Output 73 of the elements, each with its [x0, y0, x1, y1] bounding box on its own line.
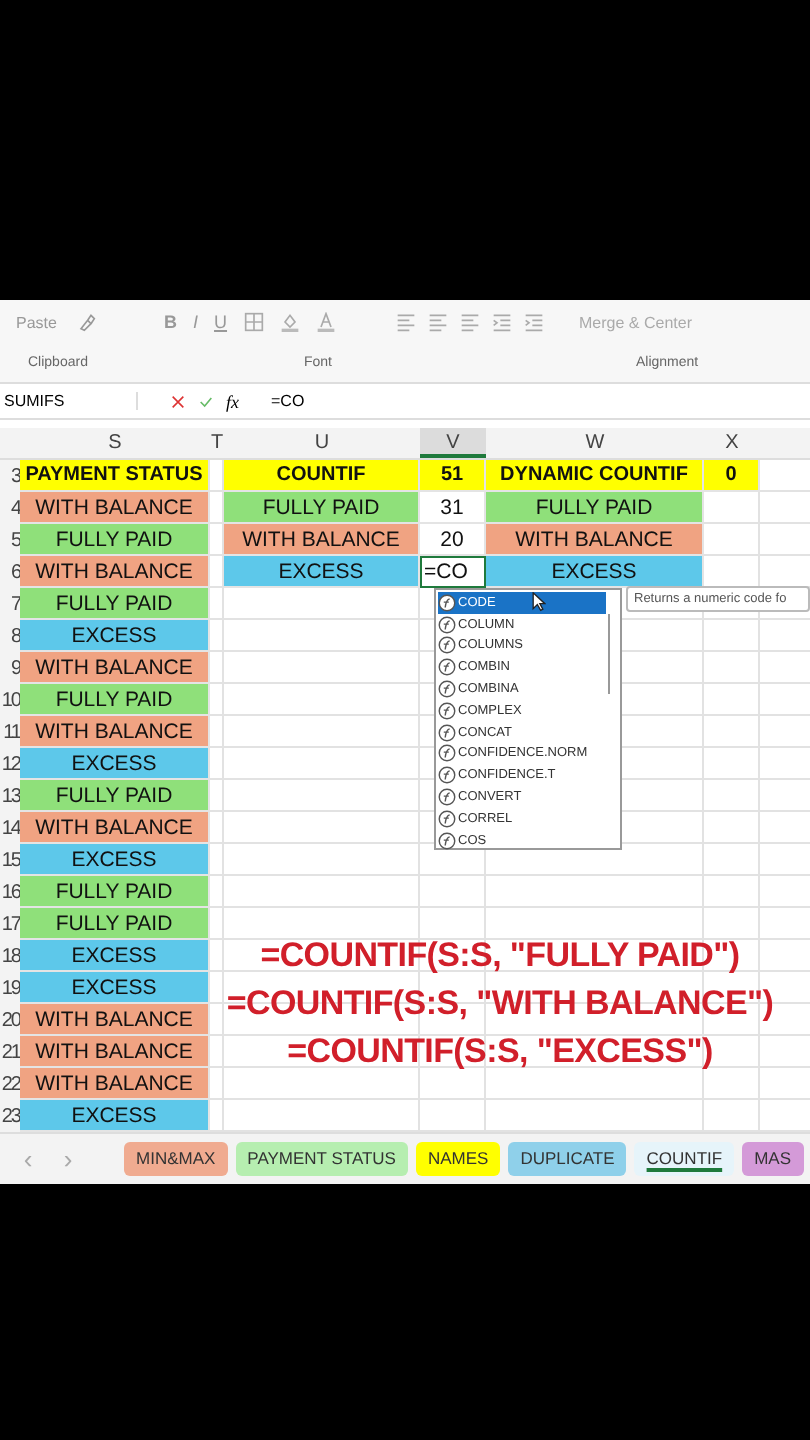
font-color-icon[interactable]: [315, 312, 336, 332]
table-cell: WITH BALANCE: [20, 492, 210, 524]
align-icon[interactable]: [395, 312, 416, 332]
table-cell: FULLY PAID: [486, 492, 704, 524]
table-cell: WITH BALANCE: [20, 1068, 210, 1100]
sheet-tab[interactable]: MIN&MAX: [124, 1142, 228, 1176]
formula-caption: =COUNTIF(S:S, "FULLY PAID"): [260, 934, 740, 978]
scrollbar[interactable]: [607, 614, 610, 694]
table-cell: EXCESS: [20, 972, 210, 1004]
table-cell: FULLY PAID: [20, 524, 210, 556]
row-number: 14: [0, 815, 20, 843]
table-cell: FULLY PAID: [20, 684, 210, 716]
column-header[interactable]: W: [486, 428, 704, 458]
row-number: 16: [0, 879, 20, 907]
insert-function-button[interactable]: fx: [226, 391, 239, 411]
table-cell: EXCESS: [20, 844, 210, 876]
indent-icon[interactable]: [491, 312, 512, 332]
table-cell: WITH BALANCE: [224, 524, 420, 556]
indent-icon[interactable]: [523, 312, 544, 332]
brush-icon[interactable]: [76, 312, 96, 332]
table-cell: PAYMENT STATUS: [20, 460, 210, 492]
table-cell: WITH BALANCE: [20, 652, 210, 684]
table-cell: WITH BALANCE: [20, 812, 210, 844]
cell-editor[interactable]: =CO: [420, 556, 486, 588]
row-number: 17: [0, 911, 20, 939]
table-cell: EXCESS: [20, 620, 210, 652]
formula-caption: =COUNTIF(S:S, "EXCESS"): [287, 1030, 713, 1074]
table-cell: WITH BALANCE: [20, 556, 210, 588]
column-header[interactable]: V: [420, 428, 486, 458]
table-cell: COUNTIF: [224, 460, 420, 492]
table-cell: EXCESS: [20, 940, 210, 972]
table-cell: FULLY PAID: [20, 876, 210, 908]
row-number: 11: [1, 719, 20, 747]
column-header[interactable]: U: [224, 428, 420, 458]
table-cell: EXCESS: [486, 556, 704, 588]
sheet-tab[interactable]: NAMES: [415, 1142, 501, 1176]
row-number: 18: [0, 943, 20, 971]
table-cell: DYNAMIC COUNTIF: [486, 460, 704, 492]
table-cell: FULLY PAID: [20, 588, 210, 620]
table-cell: WITH BALANCE: [486, 524, 704, 556]
align-icon[interactable]: [427, 312, 448, 332]
column-header[interactable]: T: [210, 428, 224, 458]
row-number: 4: [8, 495, 20, 523]
check-icon[interactable]: [198, 393, 214, 409]
row-number: 23: [0, 1103, 20, 1131]
cancel-icon[interactable]: [170, 393, 186, 409]
column-header[interactable]: X: [704, 428, 760, 458]
table-cell: WITH BALANCE: [20, 1004, 210, 1036]
align-icon[interactable]: [459, 312, 480, 332]
sheet-tab[interactable]: COUNTIF: [634, 1142, 735, 1176]
table-cell: 0: [704, 460, 760, 492]
formula-caption: =COUNTIF(S:S, "WITH BALANCE"): [226, 982, 774, 1026]
name-box[interactable]: SUMIFS: [0, 392, 138, 410]
table-cell: FULLY PAID: [224, 492, 420, 524]
row-number: 21: [0, 1039, 20, 1067]
table-cell: FULLY PAID: [20, 908, 210, 940]
sheet-tab[interactable]: DUPLICATE: [508, 1142, 627, 1176]
borders-icon[interactable]: [243, 312, 264, 332]
table-cell: EXCESS: [20, 748, 210, 780]
table-cell: WITH BALANCE: [20, 716, 210, 748]
row-number: 22: [0, 1071, 20, 1099]
table-cell: WITH BALANCE: [20, 1036, 210, 1068]
sheet-tab[interactable]: PAYMENT STATUS: [235, 1142, 408, 1176]
table-cell: FULLY PAID: [20, 780, 210, 812]
table-cell: EXCESS: [20, 1100, 210, 1132]
column-header[interactable]: S: [20, 428, 210, 458]
formula-field[interactable]: =CO: [271, 392, 810, 410]
row-number: 12: [0, 751, 20, 779]
sheet-tab[interactable]: MAS: [742, 1142, 803, 1176]
table-cell: EXCESS: [224, 556, 420, 588]
row-number: 13: [0, 783, 20, 811]
fill-color-icon[interactable]: [279, 312, 300, 332]
table-cell: 51: [420, 460, 486, 492]
